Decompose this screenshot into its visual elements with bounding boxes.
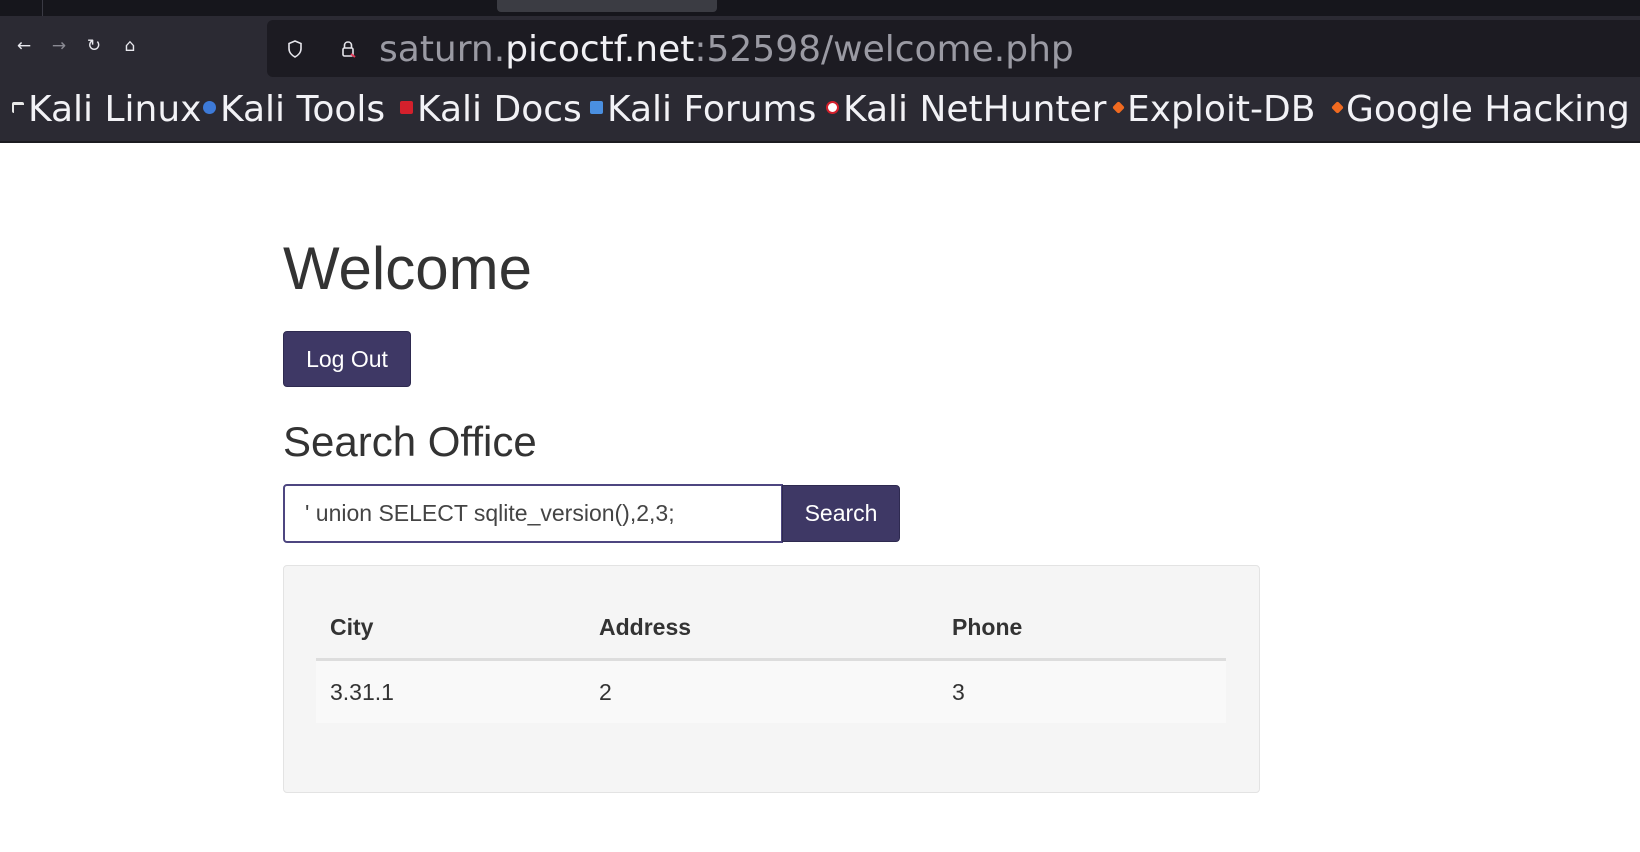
cell-address: 2 — [585, 659, 938, 723]
tab-separator — [42, 0, 43, 16]
search-input[interactable] — [283, 484, 783, 543]
bookmark-google-hacking[interactable]: Google Hacking — [1331, 79, 1630, 141]
kali-dragon-icon — [12, 101, 24, 113]
url-suffix: :52598/welcome.php — [694, 29, 1074, 70]
bookmark-label: Kali NetHunter — [843, 89, 1107, 130]
log-out-button[interactable]: Log Out — [283, 331, 411, 387]
kali-nethunter-icon — [826, 100, 839, 114]
table-header-row: City Address Phone — [316, 596, 1226, 661]
url-prefix: saturn. — [379, 29, 506, 70]
reload-icon[interactable]: ↻ — [84, 36, 104, 56]
search-heading: Search Office — [283, 418, 537, 465]
column-header-city: City — [316, 596, 585, 661]
kali-docs-icon — [400, 100, 413, 114]
home-icon[interactable]: ⌂ — [120, 36, 140, 56]
kali-tools-icon — [203, 100, 216, 114]
url-host: picoctf.net — [505, 29, 695, 70]
bookmark-label: Kali Docs — [417, 89, 582, 130]
shield-icon[interactable] — [287, 40, 303, 58]
cell-city: 3.31.1 — [316, 659, 585, 723]
tab-strip — [0, 0, 1640, 16]
ghdb-icon — [1331, 100, 1344, 114]
bookmark-kali-tools[interactable]: Kali Tools — [203, 79, 385, 141]
bookmark-label: Kali Linux — [28, 89, 202, 130]
active-tab[interactable] — [497, 0, 717, 12]
bookmark-label: Kali Forums — [607, 89, 817, 130]
table-row: 3.31.1 2 3 — [316, 659, 1226, 723]
column-header-address: Address — [585, 596, 938, 661]
results-table: City Address Phone 3.31.1 2 3 — [316, 596, 1226, 723]
column-header-phone: Phone — [938, 596, 1226, 661]
bookmark-kali-linux[interactable]: Kali Linux — [12, 79, 201, 141]
bookmarks-toolbar: Kali Linux Kali Tools Kali Docs Kali For… — [0, 79, 1640, 143]
search-button[interactable]: Search — [782, 485, 900, 542]
bookmark-kali-nethunter[interactable]: Kali NetHunter — [826, 79, 1106, 141]
page-title: Welcome — [283, 235, 532, 302]
forward-arrow-icon[interactable]: → — [49, 36, 69, 56]
url-text[interactable]: saturn.picoctf.net:52598/welcome.php — [379, 24, 1074, 76]
bookmark-label: Google Hacking — [1346, 89, 1630, 130]
exploit-db-icon — [1112, 100, 1125, 114]
bookmark-label: Exploit-DB — [1127, 89, 1316, 130]
back-arrow-icon[interactable]: ← — [14, 36, 34, 56]
page-content: Welcome Log Out Search Office Search Cit… — [0, 143, 1640, 852]
bookmark-kali-docs[interactable]: Kali Docs — [400, 79, 582, 141]
results-panel: City Address Phone 3.31.1 2 3 — [283, 565, 1260, 793]
bookmark-label: Kali Tools — [220, 89, 386, 130]
bookmark-exploit-db[interactable]: Exploit-DB — [1112, 79, 1316, 141]
kali-forums-icon — [590, 100, 603, 114]
cell-phone: 3 — [938, 659, 1226, 723]
lock-icon[interactable] — [340, 40, 356, 58]
bookmark-kali-forums[interactable]: Kali Forums — [590, 79, 816, 141]
